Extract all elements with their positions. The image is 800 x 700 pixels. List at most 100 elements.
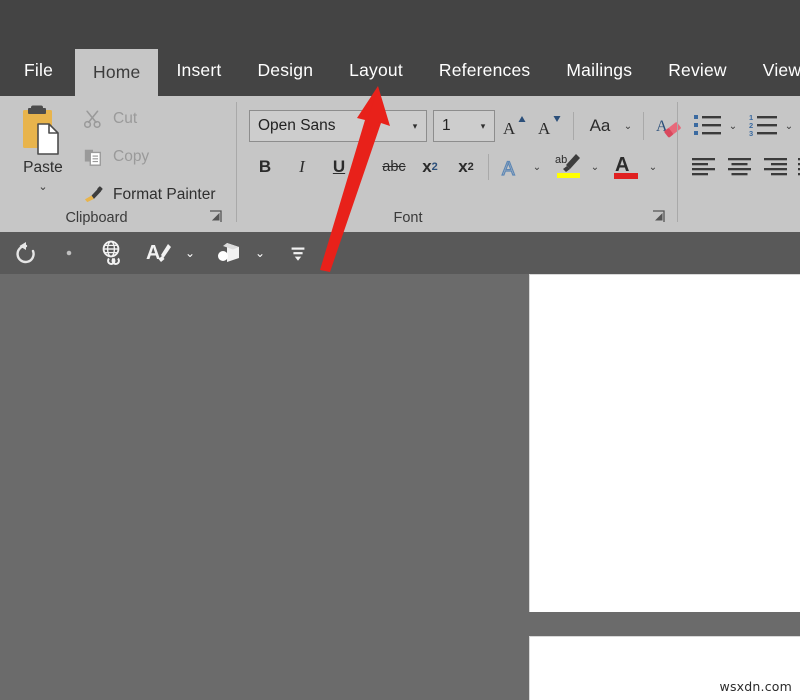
subscript-button[interactable]: x2 xyxy=(415,152,445,182)
tab-design[interactable]: Design xyxy=(239,44,331,96)
paintbrush-icon xyxy=(82,184,104,206)
font-tools-separator-3 xyxy=(488,154,489,180)
font-tools-separator-1 xyxy=(573,112,574,140)
3d-shape-caret[interactable]: ⌄ xyxy=(252,245,268,261)
styles-brush-icon[interactable]: A xyxy=(144,238,174,268)
align-center-button[interactable] xyxy=(725,152,755,182)
paste-button-label: Paste xyxy=(23,160,63,176)
ribbon-group-font: Open Sans ▾ 1 ▾ A A xyxy=(238,96,678,232)
tab-design-label: Design xyxy=(257,60,313,81)
font-name-combobox[interactable]: Open Sans ▾ xyxy=(249,110,427,142)
document-page-1[interactable] xyxy=(529,274,800,612)
font-name-dropdown-arrow[interactable]: ▾ xyxy=(404,121,426,132)
numbered-list-caret[interactable]: ⌄ xyxy=(781,118,797,134)
watermark: wsxdn.com xyxy=(720,679,792,694)
font-color-button[interactable]: A xyxy=(609,148,643,184)
cut-button-label: Cut xyxy=(113,110,137,128)
text-effects-caret[interactable]: ⌄ xyxy=(529,159,545,175)
svg-text:A: A xyxy=(538,119,551,138)
clipboard-paste-icon xyxy=(20,104,66,156)
hyperlink-globe-icon[interactable] xyxy=(98,238,128,268)
underline-label: U xyxy=(333,157,345,177)
change-case-button[interactable]: Aa xyxy=(582,110,618,142)
align-left-button[interactable] xyxy=(689,152,719,182)
tab-mailings[interactable]: Mailings xyxy=(548,44,650,96)
font-dialog-launcher[interactable] xyxy=(651,209,666,224)
underline-button[interactable]: U xyxy=(325,152,353,182)
italic-button[interactable]: I xyxy=(288,152,316,182)
italic-label: I xyxy=(299,157,305,177)
font-name-value: Open Sans xyxy=(250,117,404,135)
paste-button[interactable]: Paste ⌄ xyxy=(12,102,74,212)
svg-text:3: 3 xyxy=(749,129,753,138)
font-group-label: Font xyxy=(188,210,628,226)
format-painter-button-label: Format Painter xyxy=(113,186,216,204)
font-color-caret[interactable]: ⌄ xyxy=(645,159,661,175)
tab-insert[interactable]: Insert xyxy=(158,44,239,96)
copy-button[interactable]: Copy xyxy=(82,146,149,168)
superscript-label: x xyxy=(458,157,467,177)
tab-references-label: References xyxy=(439,60,531,81)
dot-icon[interactable] xyxy=(62,246,76,260)
filter-list-icon[interactable] xyxy=(284,239,312,267)
font-tools-separator-2 xyxy=(643,112,644,140)
font-size-value: 1 xyxy=(434,117,472,135)
title-bar xyxy=(0,0,800,44)
change-case-caret[interactable]: ⌄ xyxy=(620,118,636,134)
font-size-dropdown-arrow[interactable]: ▾ xyxy=(472,121,494,132)
font-group-separator xyxy=(677,102,678,222)
ribbon-tab-strip: File Home Insert Design Layout Reference… xyxy=(0,44,800,96)
copy-pages-icon xyxy=(82,146,104,168)
change-case-label: Aa xyxy=(590,116,611,136)
document-canvas xyxy=(0,274,800,700)
3d-shape-icon[interactable] xyxy=(214,238,244,268)
shrink-font-button[interactable]: A xyxy=(534,110,566,142)
superscript-button[interactable]: x2 xyxy=(451,152,481,182)
styles-brush-caret[interactable]: ⌄ xyxy=(182,245,198,261)
tab-home[interactable]: Home xyxy=(75,49,158,96)
ribbon: Paste ⌄ Cut xyxy=(0,96,800,232)
svg-text:A: A xyxy=(146,242,160,264)
text-highlight-caret[interactable]: ⌄ xyxy=(587,159,603,175)
align-justify-button[interactable] xyxy=(795,152,800,182)
tab-view[interactable]: View xyxy=(745,44,800,96)
format-painter-button[interactable]: Format Painter xyxy=(82,184,216,206)
bold-button[interactable]: B xyxy=(251,152,279,182)
secondary-toolbar: A ⌄ ⌄ xyxy=(0,232,800,274)
strikethrough-button[interactable]: abc xyxy=(377,152,411,182)
align-right-button[interactable] xyxy=(761,152,791,182)
bullet-list-button[interactable] xyxy=(691,110,725,140)
underline-caret[interactable]: ⌄ xyxy=(355,159,371,175)
superscript-index: 2 xyxy=(468,161,474,173)
tab-references[interactable]: References xyxy=(421,44,549,96)
font-size-combobox[interactable]: 1 ▾ xyxy=(433,110,495,142)
clipboard-group-separator xyxy=(236,102,237,222)
scissors-icon xyxy=(82,108,104,130)
text-effects-button[interactable]: A xyxy=(496,152,528,182)
subscript-index: 2 xyxy=(432,161,438,173)
svg-text:A: A xyxy=(615,154,629,176)
clipboard-group-label: Clipboard xyxy=(0,210,215,226)
tab-file[interactable]: File xyxy=(0,44,75,96)
bullet-list-caret[interactable]: ⌄ xyxy=(725,118,741,134)
ribbon-group-paragraph: ⌄ 1 2 3 ⌄ xyxy=(679,96,800,232)
paste-dropdown-caret[interactable]: ⌄ xyxy=(38,182,47,193)
svg-text:A: A xyxy=(503,119,516,138)
tab-review-label: Review xyxy=(668,60,727,81)
tab-insert-label: Insert xyxy=(176,60,221,81)
tab-file-label: File xyxy=(24,60,53,81)
tab-layout[interactable]: Layout xyxy=(331,44,421,96)
tab-layout-label: Layout xyxy=(349,60,403,81)
tab-home-label: Home xyxy=(93,62,140,83)
svg-text:A: A xyxy=(502,159,515,180)
bold-label: B xyxy=(259,157,271,177)
cut-button[interactable]: Cut xyxy=(82,108,137,130)
tab-review[interactable]: Review xyxy=(650,44,745,96)
grow-font-button[interactable]: A xyxy=(499,110,531,142)
undo-icon[interactable] xyxy=(12,239,40,267)
numbered-list-button[interactable]: 1 2 3 xyxy=(747,110,781,140)
tab-view-label: View xyxy=(763,60,800,81)
copy-button-label: Copy xyxy=(113,148,149,166)
svg-text:ab: ab xyxy=(555,154,567,166)
text-highlight-button[interactable]: ab xyxy=(551,148,585,184)
